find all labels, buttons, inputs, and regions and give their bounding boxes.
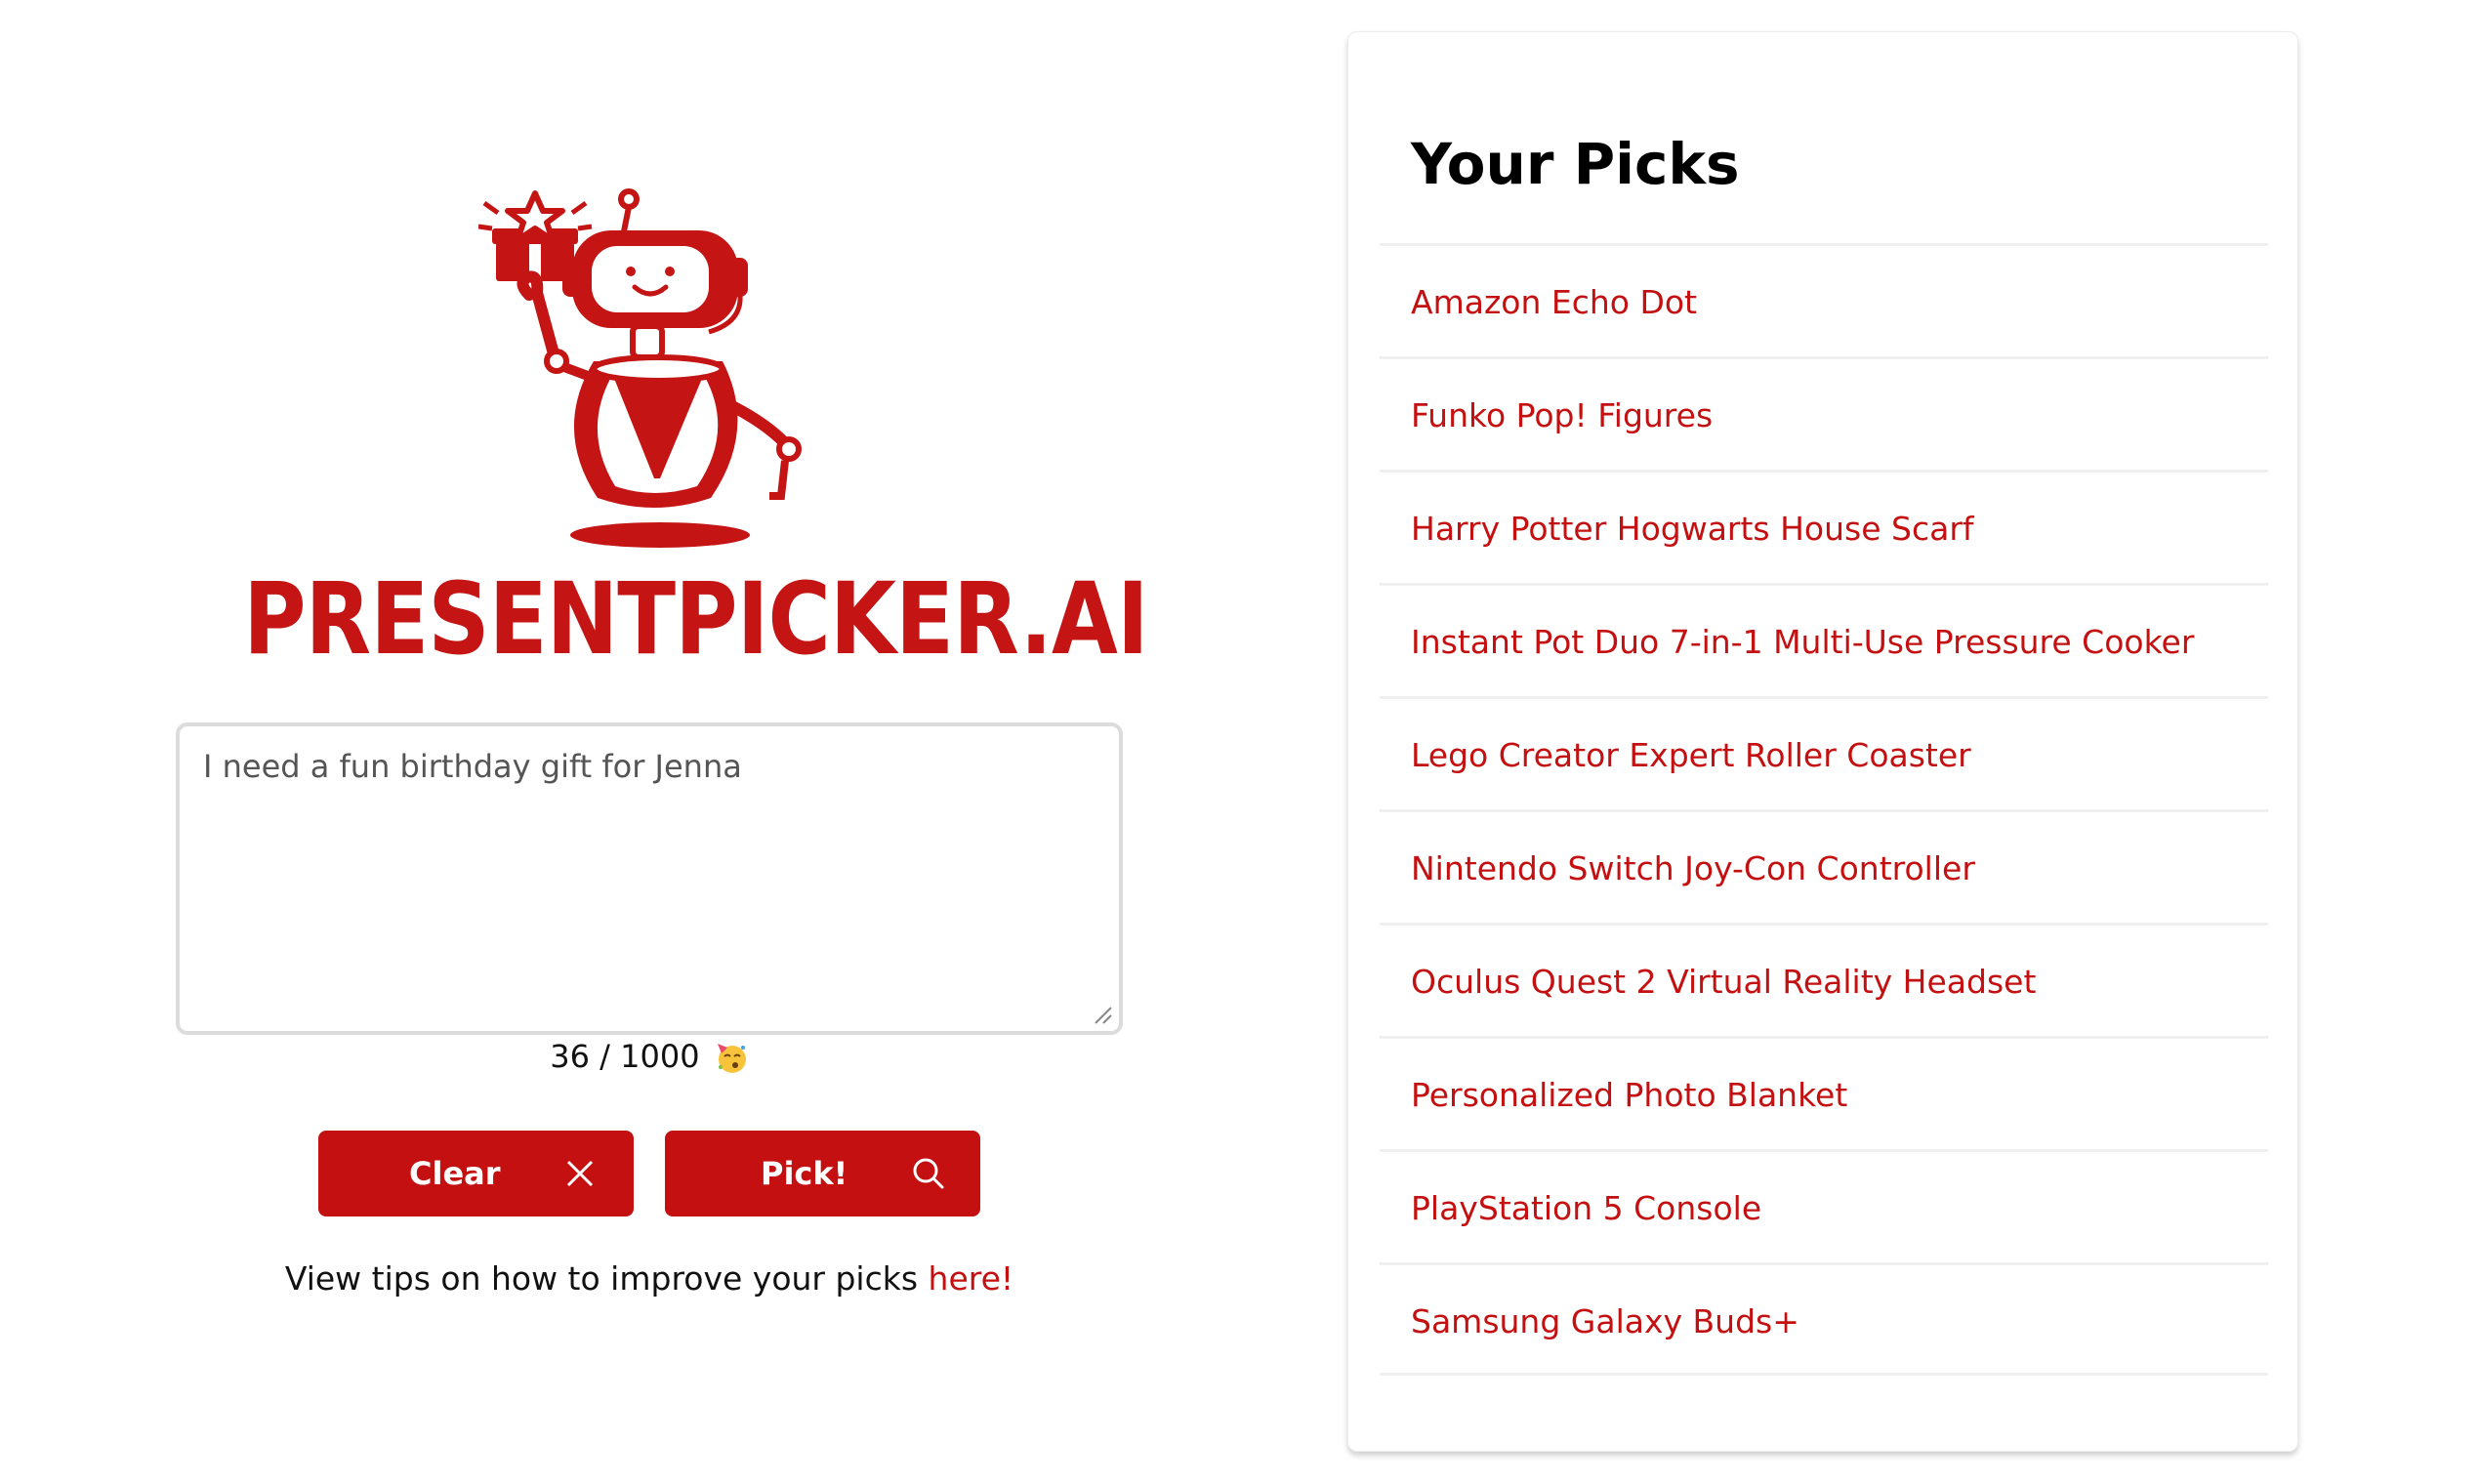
brand-wordmark: PRESENTPICKER.AI [243, 561, 1148, 678]
pick-item[interactable]: Lego Creator Expert Roller Coaster [1380, 696, 2268, 809]
panel-title: Your Picks [1411, 131, 1740, 197]
robot-gift-logo-icon [478, 188, 802, 548]
party-face-emoji-icon [717, 1044, 746, 1073]
picks-list: Amazon Echo Dot Funko Pop! Figures Harry… [1380, 243, 2268, 1376]
resize-handle-icon[interactable] [1092, 1004, 1113, 1025]
pick-item[interactable]: Instant Pot Duo 7-in-1 Multi-Use Pressur… [1380, 583, 2268, 696]
character-counter: 36 / 1000 [176, 1035, 1123, 1078]
pick-item[interactable]: Nintendo Switch Joy-Con Controller [1380, 809, 2268, 923]
pick-item[interactable]: PlayStation 5 Console [1380, 1149, 2268, 1262]
tips-line: View tips on how to improve your picks h… [176, 1259, 1123, 1298]
pick-item[interactable]: Samsung Galaxy Buds+ [1380, 1262, 2268, 1376]
pick-item[interactable]: Oculus Quest 2 Virtual Reality Headset [1380, 923, 2268, 1036]
pick-item[interactable]: Amazon Echo Dot [1380, 243, 2268, 356]
gift-prompt-input[interactable]: I need a fun birthday gift for Jenna [176, 722, 1123, 1035]
pick-button-label: Pick! [761, 1155, 848, 1192]
tips-link[interactable]: here! [929, 1259, 1014, 1298]
search-icon [913, 1158, 944, 1189]
counter-text: 36 / 1000 [550, 1038, 700, 1075]
pick-button[interactable]: Pick! [665, 1131, 980, 1216]
clear-button[interactable]: Clear [318, 1131, 634, 1216]
pick-item[interactable]: Personalized Photo Blanket [1380, 1036, 2268, 1149]
picker-section: PRESENTPICKER.AI I need a fun birthday g… [0, 0, 1299, 1484]
close-icon [566, 1160, 594, 1187]
prompt-text: I need a fun birthday gift for Jenna [203, 748, 742, 785]
tips-text: View tips on how to improve your picks [284, 1259, 929, 1298]
your-picks-panel: Your Picks Amazon Echo Dot Funko Pop! Fi… [1347, 31, 2298, 1452]
pick-item[interactable]: Harry Potter Hogwarts House Scarf [1380, 470, 2268, 583]
clear-button-label: Clear [409, 1155, 501, 1192]
pick-item[interactable]: Funko Pop! Figures [1380, 356, 2268, 470]
